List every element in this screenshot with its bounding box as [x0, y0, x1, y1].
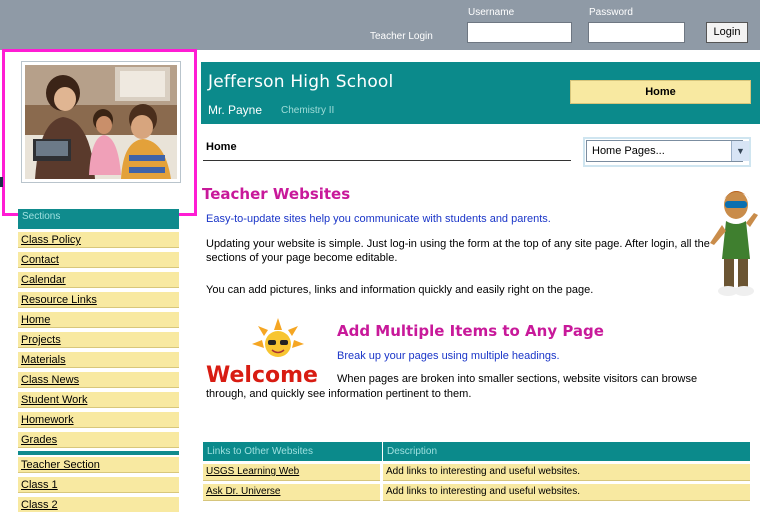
section-title-add-multiple: Add Multiple Items to Any Page [337, 322, 604, 340]
password-input[interactable] [588, 22, 685, 43]
sidebar-item-class-news[interactable]: Class News [18, 371, 179, 388]
teacher-name: Mr. Payne [208, 103, 263, 117]
sidebar-item-teacher-section[interactable]: Teacher Section [18, 456, 179, 473]
section-paragraph: Updating your website is simple. Just lo… [206, 238, 710, 264]
site-header: Jefferson High School Mr. Payne Chemistr… [201, 62, 760, 124]
home-button[interactable]: Home [570, 80, 751, 104]
school-title: Jefferson High School [208, 72, 394, 92]
chevron-down-icon[interactable]: ▼ [731, 141, 749, 161]
section-subtitle: Easy-to-update sites help you communicat… [206, 213, 551, 225]
sidebar-item-materials[interactable]: Materials [18, 351, 179, 368]
sidebar-item-grades[interactable]: Grades [18, 431, 179, 448]
login-button[interactable]: Login [706, 22, 748, 43]
table-cell-description: Add links to interesting and useful webs… [383, 464, 750, 481]
table-cell-description: Add links to interesting and useful webs… [383, 484, 750, 501]
username-label: Username [468, 7, 515, 18]
section-paragraph-4: through, and quickly see information per… [206, 388, 472, 400]
welcome-sun-icon: Welcome [206, 318, 326, 390]
section-paragraph-2: You can add pictures, links and informat… [206, 284, 594, 296]
sidebar-item-contact[interactable]: Contact [18, 251, 179, 268]
link-ask-dr-universe[interactable]: Ask Dr. Universe [206, 486, 280, 497]
page-select[interactable]: Home Pages... [586, 140, 743, 162]
table-header-description: Description [383, 442, 750, 461]
frame-tick [0, 177, 3, 187]
sidebar-item-calendar[interactable]: Calendar [18, 271, 179, 288]
sidebar-item-class-1[interactable]: Class 1 [18, 476, 179, 493]
sidebar-item-projects[interactable]: Projects [18, 331, 179, 348]
table-cell-link[interactable]: USGS Learning Web [203, 464, 380, 481]
cartoon-figure-icon [706, 185, 758, 300]
sidebar-item-class-2[interactable]: Class 2 [18, 496, 179, 512]
breadcrumb: Home [206, 141, 237, 153]
teacher-login-label: Teacher Login [370, 31, 433, 42]
sidebar-item-resource-links[interactable]: Resource Links [18, 291, 179, 308]
breadcrumb-divider [203, 160, 571, 161]
username-input[interactable] [467, 22, 572, 43]
sidebar-item-student-work[interactable]: Student Work [18, 391, 179, 408]
section-subtitle-2: Break up your pages using multiple headi… [337, 350, 560, 362]
classroom-photo [21, 61, 181, 183]
sidebar-item-class-policy[interactable]: Class Policy [18, 231, 179, 248]
course-name: Chemistry II [281, 105, 335, 116]
login-bar: Teacher Login Username Password Login [0, 0, 760, 50]
welcome-text: Welcome [206, 363, 318, 388]
password-label: Password [589, 7, 633, 18]
link-usgs[interactable]: USGS Learning Web [206, 466, 299, 477]
sidebar-item-homework[interactable]: Homework [18, 411, 179, 428]
sidebar-divider [18, 451, 179, 455]
sidebar-header: Sections [18, 209, 179, 229]
table-cell-link[interactable]: Ask Dr. Universe [203, 484, 380, 501]
photo-highlight-frame [2, 49, 197, 216]
section-paragraph-3: When pages are broken into smaller secti… [337, 373, 698, 385]
section-title-teacher-websites: Teacher Websites [202, 185, 351, 203]
table-header-links: Links to Other Websites [203, 442, 382, 461]
sidebar-item-home[interactable]: Home [18, 311, 179, 328]
